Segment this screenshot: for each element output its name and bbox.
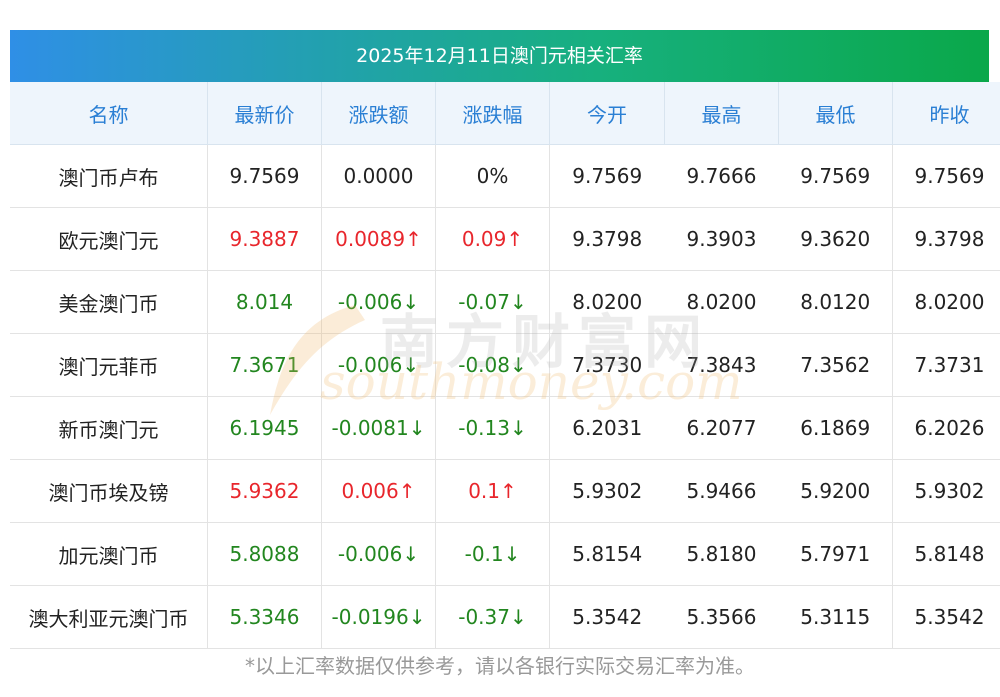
header-name: 名称 — [10, 82, 208, 145]
cell-close: 6.2026 — [892, 396, 1000, 460]
cell-latest: 6.1945 — [207, 396, 322, 460]
cell-name: 美金澳门币 — [10, 270, 208, 334]
header-open: 今开 — [549, 82, 665, 145]
cell-close: 5.9302 — [892, 459, 1000, 523]
cell-change: -0.006↓ — [321, 270, 436, 334]
cell-name: 澳门元菲币 — [10, 333, 208, 397]
cell-low: 7.3562 — [778, 333, 893, 397]
cell-change: -0.006↓ — [321, 522, 436, 586]
cell-latest: 7.3671 — [207, 333, 322, 397]
cell-latest: 9.3887 — [207, 207, 322, 271]
cell-pct: 0% — [435, 144, 550, 208]
cell-change: 0.0000 — [321, 144, 436, 208]
cell-high: 7.3843 — [664, 333, 779, 397]
cell-name: 新币澳门元 — [10, 396, 208, 460]
cell-close: 9.7569 — [892, 144, 1000, 208]
cell-high: 5.8180 — [664, 522, 779, 586]
cell-pct: 0.1↑ — [435, 459, 550, 523]
cell-change: -0.006↓ — [321, 333, 436, 397]
table-row: 澳大利亚元澳门币 5.3346 -0.0196↓ -0.37↓ 5.3542 5.3566… — [10, 585, 1000, 649]
footnote: *以上汇率数据仅供参考，请以各银行实际交易汇率为准。 — [245, 654, 755, 678]
cell-open: 7.3730 — [549, 333, 665, 397]
cell-open: 8.0200 — [549, 270, 665, 334]
cell-pct: -0.1↓ — [435, 522, 550, 586]
cell-change: 0.0089↑ — [321, 207, 436, 271]
cell-low: 5.9200 — [778, 459, 893, 523]
header-low: 最低 — [778, 82, 893, 145]
cell-high: 5.3566 — [664, 585, 779, 649]
cell-low: 8.0120 — [778, 270, 893, 334]
cell-pct: -0.08↓ — [435, 333, 550, 397]
table-row: 澳门元菲币 7.3671 -0.006↓ -0.08↓ 7.3730 7.3843 7.35… — [10, 333, 1000, 397]
cell-latest: 5.9362 — [207, 459, 322, 523]
cell-open: 5.8154 — [549, 522, 665, 586]
table-header-row: 名称 最新价 涨跌额 涨跌幅 今开 最高 最低 昨收 — [10, 82, 1000, 145]
cell-high: 9.3903 — [664, 207, 779, 271]
header-close: 昨收 — [892, 82, 1000, 145]
cell-open: 9.3798 — [549, 207, 665, 271]
cell-open: 9.7569 — [549, 144, 665, 208]
table-row: 澳门币埃及镑 5.9362 0.006↑ 0.1↑ 5.9302 5.9466 5.9200… — [10, 459, 1000, 523]
cell-low: 5.3115 — [778, 585, 893, 649]
cell-low: 9.7569 — [778, 144, 893, 208]
cell-high: 6.2077 — [664, 396, 779, 460]
cell-pct: -0.13↓ — [435, 396, 550, 460]
cell-low: 5.7971 — [778, 522, 893, 586]
cell-high: 5.9466 — [664, 459, 779, 523]
cell-change: 0.006↑ — [321, 459, 436, 523]
cell-close: 8.0200 — [892, 270, 1000, 334]
cell-open: 5.3542 — [549, 585, 665, 649]
cell-latest: 9.7569 — [207, 144, 322, 208]
cell-pct: -0.07↓ — [435, 270, 550, 334]
table-row: 澳门币卢布 9.7569 0.0000 0% 9.7569 9.7666 9.7569 9.7… — [10, 144, 1000, 208]
rate-table-card: 2025年12月11日澳门元相关汇率 名称 最新价 涨跌额 涨跌幅 今开 最高 … — [10, 30, 1000, 649]
header-latest: 最新价 — [207, 82, 322, 145]
table-row: 新币澳门元 6.1945 -0.0081↓ -0.13↓ 6.2031 6.2077 6.1… — [10, 396, 1000, 460]
cell-latest: 5.8088 — [207, 522, 322, 586]
table-row: 加元澳门币 5.8088 -0.006↓ -0.1↓ 5.8154 5.8180 5.797… — [10, 522, 1000, 586]
table-row: 美金澳门币 8.014 -0.006↓ -0.07↓ 8.0200 8.0200 8.012… — [10, 270, 1000, 334]
rate-table: 名称 最新价 涨跌额 涨跌幅 今开 最高 最低 昨收 澳门币卢布 9.7569 0.… — [10, 82, 1000, 649]
cell-low: 6.1869 — [778, 396, 893, 460]
cell-pct: -0.37↓ — [435, 585, 550, 649]
header-change: 涨跌额 — [321, 82, 436, 145]
cell-name: 欧元澳门元 — [10, 207, 208, 271]
cell-low: 9.3620 — [778, 207, 893, 271]
cell-name: 加元澳门币 — [10, 522, 208, 586]
cell-high: 9.7666 — [664, 144, 779, 208]
cell-close: 7.3731 — [892, 333, 1000, 397]
table-row: 欧元澳门元 9.3887 0.0089↑ 0.09↑ 9.3798 9.3903 9.362… — [10, 207, 1000, 271]
cell-open: 5.9302 — [549, 459, 665, 523]
cell-pct: 0.09↑ — [435, 207, 550, 271]
cell-high: 8.0200 — [664, 270, 779, 334]
cell-name: 澳门币卢布 — [10, 144, 208, 208]
header-pct: 涨跌幅 — [435, 82, 550, 145]
cell-open: 6.2031 — [549, 396, 665, 460]
cell-latest: 5.3346 — [207, 585, 322, 649]
cell-close: 5.3542 — [892, 585, 1000, 649]
cell-close: 9.3798 — [892, 207, 1000, 271]
cell-name: 澳门币埃及镑 — [10, 459, 208, 523]
cell-latest: 8.014 — [207, 270, 322, 334]
cell-name: 澳大利亚元澳门币 — [10, 585, 208, 649]
cell-change: -0.0196↓ — [321, 585, 436, 649]
cell-close: 5.8148 — [892, 522, 1000, 586]
cell-change: -0.0081↓ — [321, 396, 436, 460]
table-title: 2025年12月11日澳门元相关汇率 — [10, 30, 989, 82]
header-high: 最高 — [664, 82, 779, 145]
